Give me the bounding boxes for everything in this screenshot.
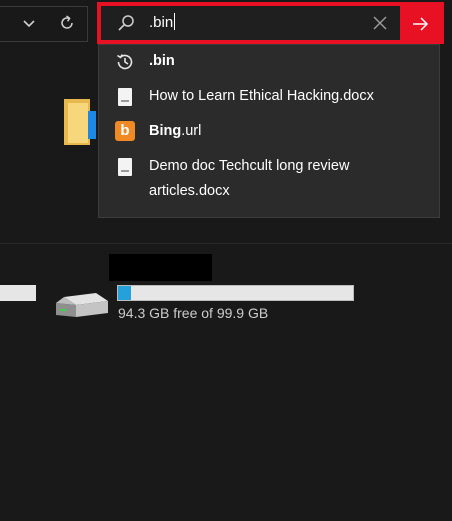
folder-icon[interactable]	[62, 97, 96, 147]
section-divider	[0, 243, 452, 244]
close-icon	[373, 16, 387, 30]
drive-capacity-fill	[118, 286, 132, 300]
history-icon	[115, 52, 135, 72]
suggestion-item[interactable]: .bin	[99, 45, 439, 79]
suggestion-item[interactable]: Demo doc Techcult long review articles.d…	[99, 149, 439, 209]
search-input[interactable]	[101, 6, 400, 40]
redacted-drive-name	[109, 254, 212, 281]
suggestion-item[interactable]: b Bing.url	[99, 114, 439, 148]
search-go-button[interactable]	[400, 6, 440, 40]
recent-locations-button[interactable]	[20, 14, 38, 32]
search-query-text[interactable]: .bin	[149, 13, 176, 31]
arrow-right-icon	[413, 17, 429, 31]
suggestion-label: .bin	[149, 53, 175, 69]
drive-free-space-text: 94.3 GB free of 99.9 GB	[118, 305, 269, 321]
drive-capacity-bar	[117, 285, 354, 301]
clear-search-button[interactable]	[370, 13, 390, 33]
suggestion-item[interactable]: How to Learn Ethical Hacking.docx	[99, 79, 439, 113]
docx-file-icon	[115, 87, 135, 107]
suggestion-label: Bing.url	[149, 123, 202, 139]
docx-file-icon	[115, 157, 135, 177]
search-icon	[116, 13, 136, 33]
search-suggestions-dropdown: .bin How to Learn Ethical Hacking.docx b…	[98, 44, 440, 218]
hard-drive-icon[interactable]	[54, 289, 110, 321]
bing-icon: b	[115, 121, 135, 141]
refresh-button[interactable]	[57, 13, 77, 33]
drive-capacity-bar	[0, 285, 36, 301]
text-caret	[174, 13, 176, 30]
refresh-icon	[61, 15, 73, 29]
chevron-down-icon	[23, 20, 35, 28]
suggestion-label: Demo doc Techcult long review articles.d…	[149, 158, 350, 199]
suggestion-label: How to Learn Ethical Hacking.docx	[149, 88, 374, 104]
